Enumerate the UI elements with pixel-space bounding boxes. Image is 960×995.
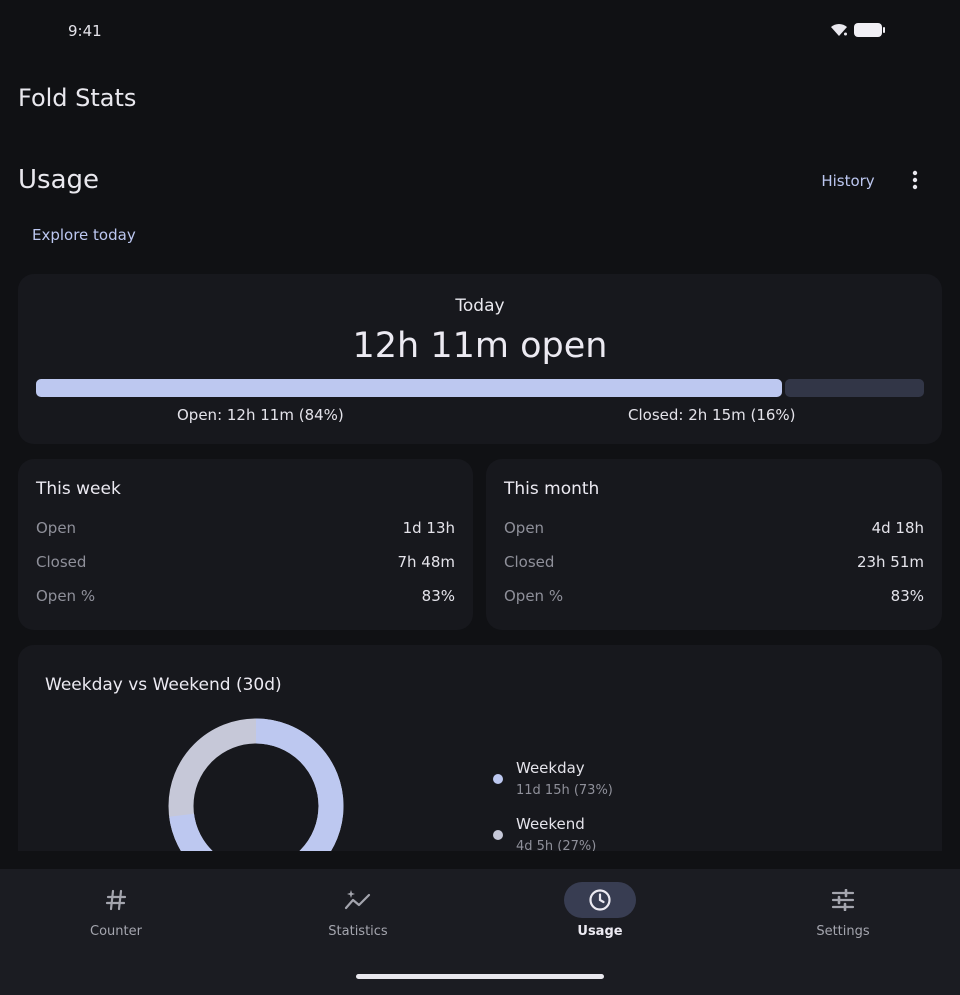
hash-icon (105, 889, 127, 911)
legend-dot (493, 774, 503, 784)
today-label: Today (455, 296, 505, 316)
closed-bar-segment (785, 379, 924, 397)
nav-label: Usage (577, 924, 623, 939)
stat-value: 23h 51m (856, 553, 924, 571)
week-card: This week Open 1d 13h Closed 7h 48m Open… (18, 459, 473, 630)
more-options-button[interactable] (900, 164, 930, 196)
wifi-icon (831, 23, 847, 36)
nav-item-usage[interactable]: Usage (510, 869, 690, 959)
stat-value: 4d 18h (871, 519, 924, 537)
status-time: 9:41 (68, 22, 102, 40)
weekday-weekend-card: Weekday vs Weekend (30d) Weekday 11d 15h… (18, 645, 942, 851)
week-row-open-percent: Open % 83% (36, 587, 455, 607)
stat-label: Open (504, 519, 545, 537)
month-row-open: Open 4d 18h (504, 519, 924, 539)
today-value: 12h 11m open (352, 326, 608, 366)
nav-item-counter[interactable]: Counter (26, 869, 206, 959)
week-row-open: Open 1d 13h (36, 519, 455, 539)
nav-item-settings[interactable]: Settings (753, 869, 933, 959)
week-title: This week (36, 479, 121, 499)
weekday-weekend-donut (168, 718, 344, 851)
stat-value: 83% (890, 587, 924, 605)
clock-icon (589, 889, 611, 911)
stat-value: 7h 48m (397, 553, 455, 571)
closed-caption: Closed: 2h 15m (16%) (628, 406, 796, 424)
battery-icon (854, 23, 885, 37)
page-title: Usage (18, 165, 100, 195)
stat-label: Open % (504, 587, 564, 605)
open-bar-segment (36, 379, 782, 397)
stat-value: 1d 13h (402, 519, 455, 537)
nav-label: Counter (90, 924, 142, 939)
legend-detail: 11d 15h (73%) (516, 783, 613, 798)
nav-label: Settings (816, 924, 870, 939)
legend-name: Weekday (516, 759, 585, 777)
status-bar: 9:41 (0, 0, 960, 62)
stat-value: 83% (421, 587, 455, 605)
month-card: This month Open 4d 18h Closed 23h 51m Op… (486, 459, 942, 630)
today-card: Today 12h 11m open Open: 12h 11m (84%) C… (18, 274, 942, 444)
legend-name: Weekend (516, 815, 585, 833)
more-vert-icon (912, 170, 918, 190)
status-icons (830, 22, 886, 38)
legend-dot (493, 830, 503, 840)
stat-label: Open % (36, 587, 96, 605)
stat-label: Open (36, 519, 77, 537)
stat-label: Closed (36, 553, 87, 571)
month-row-open-percent: Open % 83% (504, 587, 924, 607)
tune-icon (831, 889, 855, 911)
stat-label: Closed (504, 553, 555, 571)
nav-icon-container (807, 882, 879, 918)
nav-label: Statistics (328, 924, 388, 939)
month-title: This month (504, 479, 600, 499)
app-title: Fold Stats (18, 84, 137, 112)
nav-icon-container (564, 882, 636, 918)
legend-detail: 4d 5h (27%) (516, 839, 597, 851)
split-title: Weekday vs Weekend (30d) (45, 675, 282, 695)
sparkle-chart-icon (344, 890, 371, 910)
nav-icon-container (322, 882, 394, 918)
explore-today-button[interactable]: Explore today (20, 220, 148, 250)
week-row-closed: Closed 7h 48m (36, 553, 455, 573)
home-indicator (356, 974, 604, 979)
open-caption: Open: 12h 11m (84%) (177, 406, 344, 424)
history-button[interactable]: History (808, 166, 888, 196)
month-row-closed: Closed 23h 51m (504, 553, 924, 573)
nav-icon-container (80, 882, 152, 918)
bottom-navigation: Counter Statistics Usage Settings (0, 869, 960, 995)
nav-item-statistics[interactable]: Statistics (268, 869, 448, 959)
